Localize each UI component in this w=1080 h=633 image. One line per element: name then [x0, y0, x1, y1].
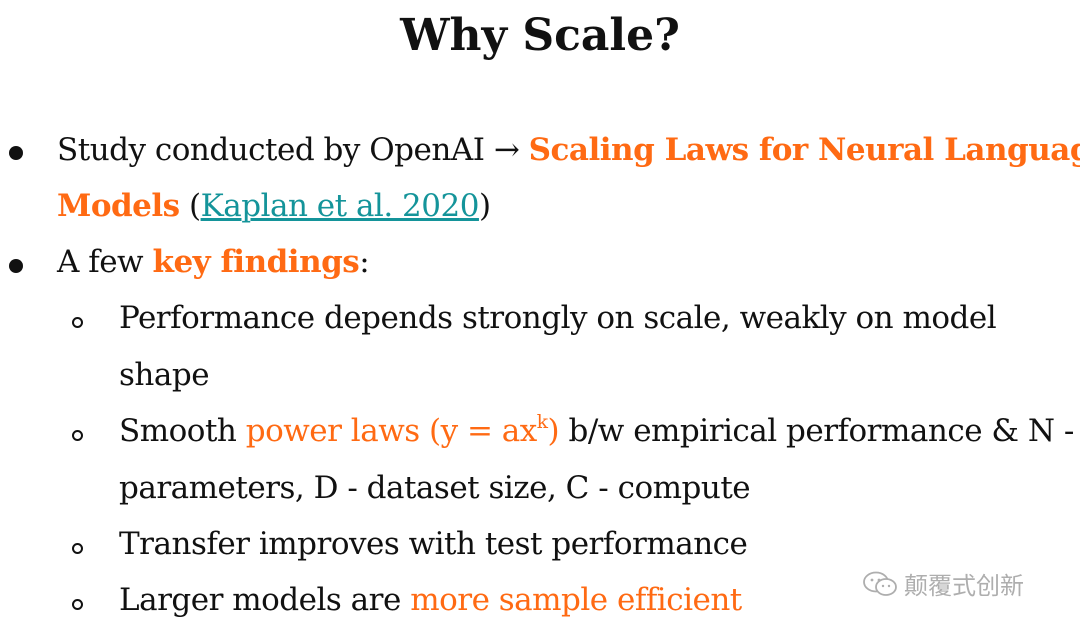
sub4-text: Larger models are [119, 582, 401, 618]
slide-title: Why Scale? [400, 10, 680, 61]
sub2-text-b: b/w empirical performance & N - [568, 413, 1075, 449]
sub-bullet-circle [72, 543, 83, 554]
power-laws-label: power laws (y = axk) [245, 411, 560, 449]
sub2-line2: parameters, D - dataset size, C - comput… [119, 470, 751, 506]
sub3-line: Transfer improves with test performance [119, 526, 748, 562]
sub4-line: Larger models are more sample efficient [119, 582, 742, 618]
sub-bullet-circle [72, 430, 83, 441]
paper-title-part2: Models [57, 188, 180, 224]
watermark: 颠覆式创新 [862, 566, 1024, 601]
bullet1-text: Study conducted by OpenAI [57, 132, 485, 168]
power-laws-formula: power laws (y = ax [245, 413, 538, 449]
key-findings-label: key findings [152, 244, 360, 280]
arrow-icon: → [493, 132, 520, 168]
citation-link[interactable]: Kaplan et al. 2020 [201, 188, 480, 224]
paper-title-part1: Scaling Laws for Neural Language [528, 132, 1080, 168]
close-paren: ) [478, 188, 491, 224]
sub-bullet-circle [72, 599, 83, 610]
bullet-dot [9, 259, 23, 273]
power-laws-close: ) [547, 413, 560, 449]
bullet-dot [9, 146, 23, 160]
wechat-icon [863, 571, 897, 596]
watermark-text: 颠覆式创新 [904, 572, 1024, 600]
power-laws-exponent: k [536, 411, 548, 433]
sub1-line2: shape [119, 357, 210, 393]
open-paren: ( [188, 188, 201, 224]
sub-bullet-circle [72, 317, 83, 328]
bullet1-line2: Models (Kaplan et al. 2020) [57, 188, 491, 224]
colon: : [359, 244, 370, 280]
sub1-line1: Performance depends strongly on scale, w… [119, 300, 997, 336]
sub2-line1: Smooth power laws (y = axk) b/w empirica… [119, 413, 1074, 449]
bullet1-line1: Study conducted by OpenAI → Scaling Laws… [57, 132, 1080, 168]
bullet2-line: A few key findings: [57, 244, 370, 280]
sub2-text-a: Smooth [119, 413, 237, 449]
sample-efficient-label: more sample efficient [410, 582, 742, 618]
bullet2-text: A few [57, 244, 144, 280]
